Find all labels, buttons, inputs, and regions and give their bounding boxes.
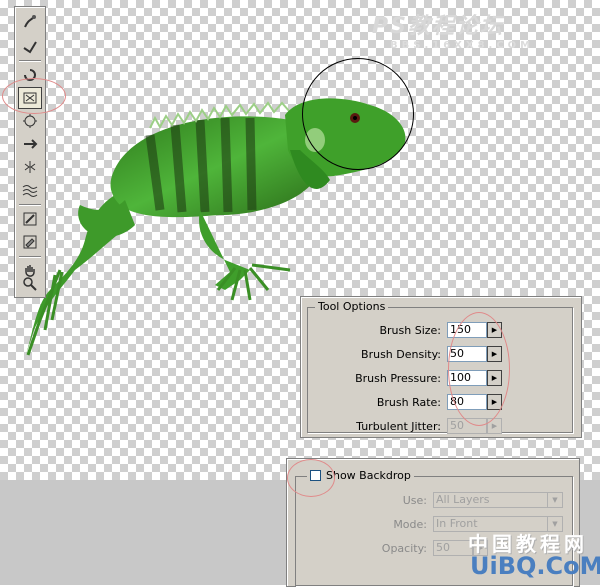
tools-panel (14, 6, 46, 298)
brush-size-label: Brush Size: (379, 323, 441, 337)
tool-options-panel: Tool Options Brush Size: 150 ▶ Brush Den… (300, 296, 582, 438)
brush-density-label: Brush Density: (361, 347, 441, 361)
shift-pixels-tool-icon[interactable] (18, 133, 42, 155)
use-row: Use: All Layers ▼ (287, 491, 563, 509)
reflection-tool-icon[interactable] (18, 156, 42, 178)
mode-label: Mode: (393, 517, 427, 531)
reconstruct-tool-icon[interactable] (18, 35, 42, 57)
toolbar-divider (19, 60, 41, 62)
opacity-field: 50 (433, 540, 473, 556)
opacity-label: Opacity: (381, 541, 427, 555)
turbulence-tool-icon[interactable] (18, 179, 42, 201)
turbulent-jitter-label: Turbulent Jitter: (356, 419, 441, 433)
tool-options-title: Tool Options (315, 300, 389, 313)
use-dropdown-arrow-icon: ▼ (547, 493, 562, 507)
toolbar-divider (19, 204, 41, 206)
brush-rate-label: Brush Rate: (376, 395, 441, 409)
show-backdrop-label: Show Backdrop (326, 469, 411, 482)
toolbar-divider (19, 256, 41, 258)
brush-cursor-circle (302, 58, 414, 170)
freeze-mask-tool-icon[interactable] (18, 208, 42, 230)
warp-tool-icon[interactable] (18, 11, 42, 33)
thaw-mask-tool-icon[interactable] (18, 231, 42, 253)
highlight-ellipse (2, 78, 66, 114)
use-select-value: All Layers (436, 493, 490, 506)
watermark-bottom-logo: UiBQ.CoM (470, 552, 600, 580)
checkbox-highlight-ellipse (287, 459, 335, 497)
values-highlight-ellipse (448, 312, 510, 426)
use-select: All Layers ▼ (433, 492, 563, 508)
brush-pressure-label: Brush Pressure: (355, 371, 441, 385)
zoom-tool-icon[interactable] (18, 273, 42, 295)
opacity-row: Opacity: 50 ▶ (287, 539, 488, 557)
